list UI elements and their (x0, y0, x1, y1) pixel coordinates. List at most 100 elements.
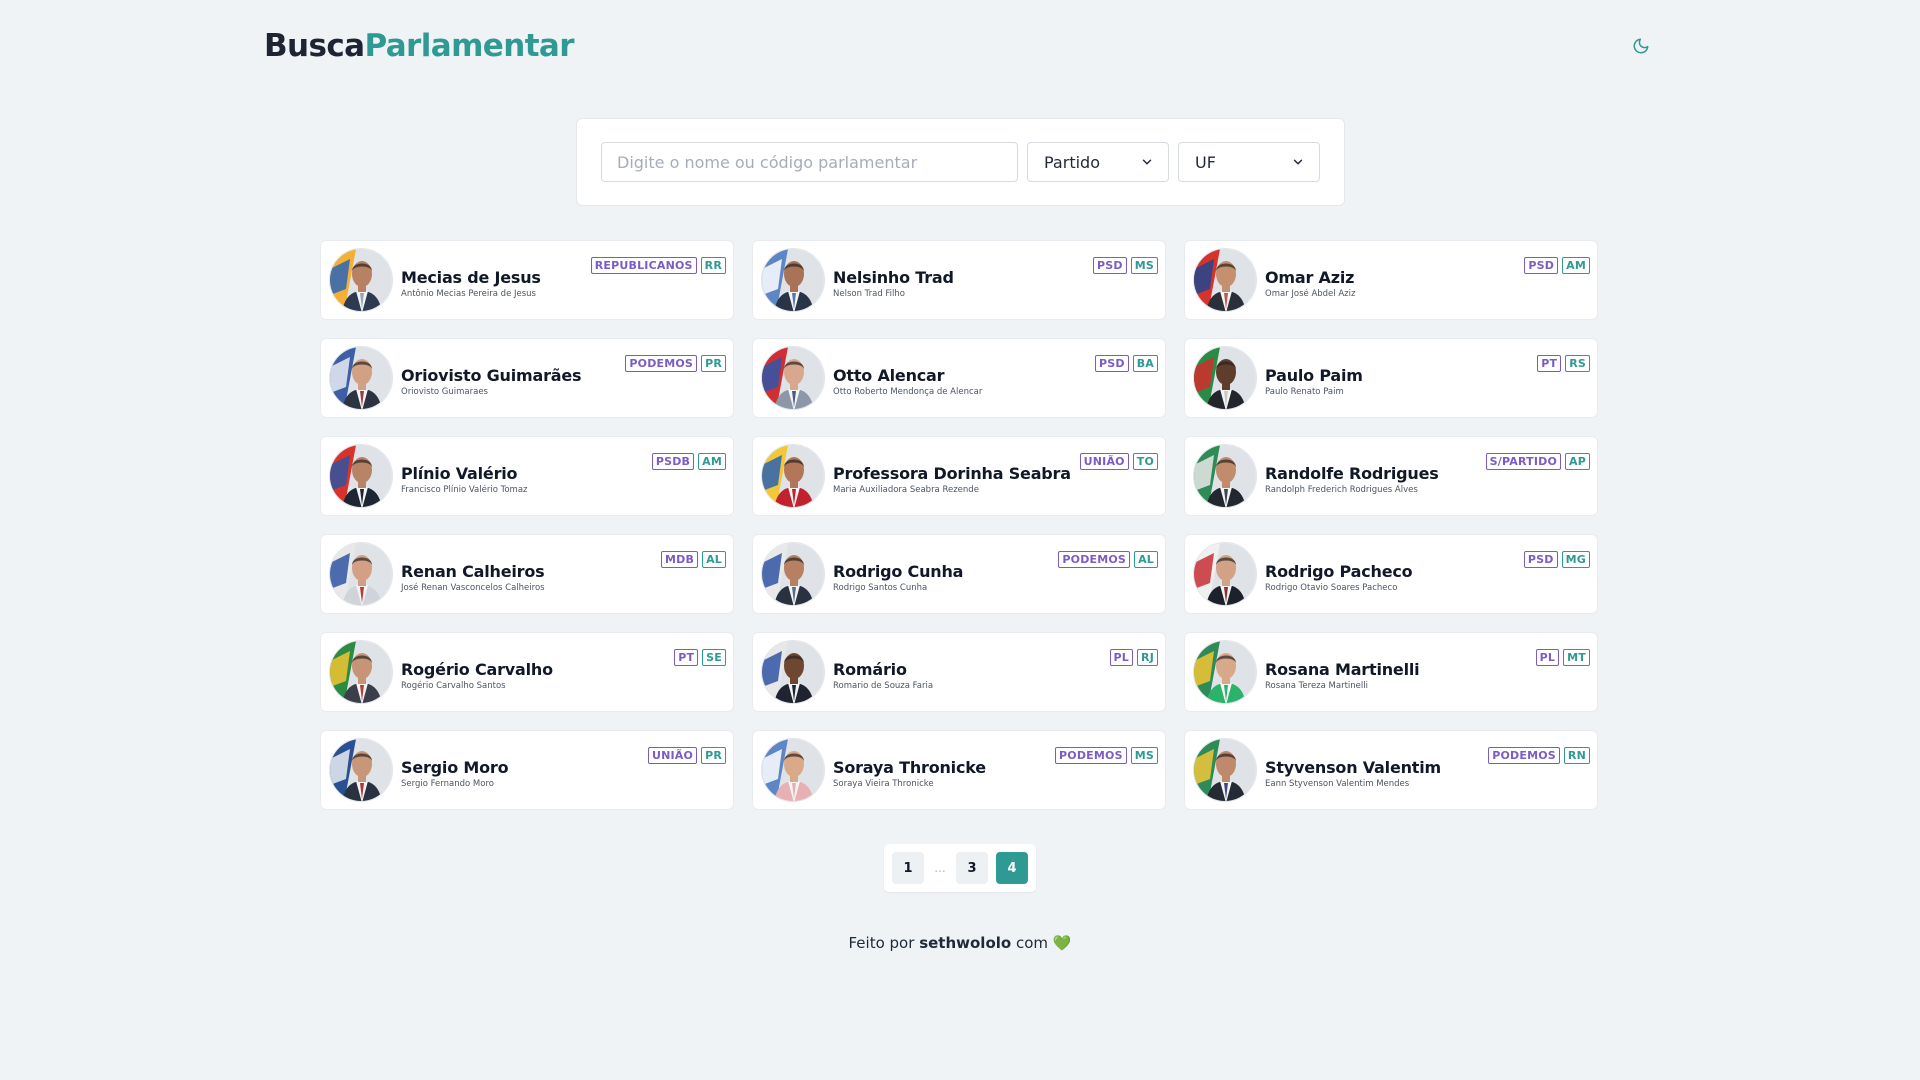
footer: Feito por sethwololo com 💚 (0, 934, 1920, 952)
senator-card[interactable]: Romário Romario de Souza Faria PL RJ (752, 632, 1166, 712)
senator-name: Nelsinho Trad (833, 267, 954, 287)
footer-author-link[interactable]: sethwololo (919, 934, 1011, 952)
senator-card[interactable]: Rodrigo Pacheco Rodrigo Otavio Soares Pa… (1184, 534, 1598, 614)
senator-tags: PT RS (1537, 355, 1590, 372)
senator-photo (761, 640, 825, 704)
search-input[interactable] (601, 142, 1018, 182)
senator-name: Paulo Paim (1265, 365, 1363, 385)
party-select[interactable]: Partido (1027, 142, 1169, 182)
senator-names: Mecias de Jesus Antônio Mecias Pereira d… (401, 262, 541, 299)
senator-photo (761, 248, 825, 312)
uf-tag: RN (1563, 747, 1590, 764)
party-tag: UNIÃO (1079, 453, 1129, 470)
senator-fullname: Rosana Tereza Martinelli (1265, 680, 1368, 691)
senator-names: Omar Aziz Omar José Abdel Aziz (1265, 262, 1355, 299)
senator-fullname: Rodrigo Otavio Soares Pacheco (1265, 582, 1398, 593)
senator-card[interactable]: Paulo Paim Paulo Renato Paim PT RS (1184, 338, 1598, 418)
senator-names: Romário Romario de Souza Faria (833, 654, 933, 691)
senator-grid: Mecias de Jesus Antônio Mecias Pereira d… (320, 240, 1600, 810)
senator-name: Plínio Valério (401, 463, 518, 483)
senator-name: Professora Dorinha Seabra (833, 463, 1071, 483)
uf-tag: PR (701, 747, 726, 764)
party-select-label: Partido (1044, 152, 1100, 172)
senator-name: Mecias de Jesus (401, 267, 541, 287)
senator-fullname: Sergio Fernando Moro (401, 778, 494, 789)
logo-part-2: Parlamentar (364, 28, 574, 64)
chevron-down-icon (1293, 159, 1303, 165)
senator-tags: PSD BA (1094, 355, 1158, 372)
senator-card[interactable]: Renan Calheiros José Renan Vasconcelos C… (320, 534, 734, 614)
senator-names: Rogério Carvalho Rogério Carvalho Santos (401, 654, 553, 691)
uf-tag: MG (1561, 551, 1590, 568)
senator-tags: UNIÃO TO (1079, 453, 1158, 470)
senator-card[interactable]: Styvenson Valentim Eann Styvenson Valent… (1184, 730, 1598, 810)
senator-names: Oriovisto Guimarães Oriovisto Guimaraes (401, 360, 582, 397)
senator-card[interactable]: Sergio Moro Sergio Fernando Moro UNIÃO P… (320, 730, 734, 810)
party-tag: UNIÃO (647, 747, 698, 764)
senator-photo (329, 248, 393, 312)
senator-name: Rodrigo Cunha (833, 561, 964, 581)
senator-card[interactable]: Randolfe Rodrigues Randolph Frederich Ro… (1184, 436, 1598, 516)
senator-photo (329, 444, 393, 508)
heart-icon: 💚 (1052, 934, 1072, 952)
senator-name: Randolfe Rodrigues (1265, 463, 1439, 483)
senator-tags: MDB AL (661, 551, 726, 568)
senator-fullname: Randolph Frederich Rodrigues Alves (1265, 484, 1418, 495)
senator-fullname: Romario de Souza Faria (833, 680, 934, 691)
party-tag: S/PARTIDO (1485, 453, 1562, 470)
senator-photo (1193, 738, 1257, 802)
senator-fullname: Antônio Mecias Pereira de Jesus (401, 288, 536, 299)
senator-photo (761, 738, 825, 802)
senator-tags: PODEMOS AL (1058, 551, 1158, 568)
senator-card[interactable]: Plínio Valério Francisco Plínio Valério … (320, 436, 734, 516)
senator-photo (1193, 542, 1257, 606)
theme-toggle-button[interactable] (1626, 31, 1656, 61)
senator-photo (761, 444, 825, 508)
senator-fullname: Oriovisto Guimaraes (401, 386, 488, 397)
footer-suffix: com (1015, 934, 1049, 952)
senator-names: Renan Calheiros José Renan Vasconcelos C… (401, 556, 545, 593)
senator-tags: PSD AM (1524, 257, 1590, 274)
senator-names: Otto Alencar Otto Roberto Mendonça de Al… (833, 360, 982, 397)
party-tag: PODEMOS (1058, 551, 1131, 568)
senator-tags: S/PARTIDO AP (1485, 453, 1590, 470)
senator-tags: PT SE (674, 649, 726, 666)
party-tag: PODEMOS (1488, 747, 1560, 764)
uf-tag: RR (700, 257, 726, 274)
senator-card[interactable]: Oriovisto Guimarães Oriovisto Guimaraes … (320, 338, 734, 418)
senator-card[interactable]: Professora Dorinha Seabra Maria Auxiliad… (752, 436, 1166, 516)
uf-tag: AM (1562, 257, 1590, 274)
senator-card[interactable]: Otto Alencar Otto Roberto Mendonça de Al… (752, 338, 1166, 418)
uf-tag: AP (1565, 453, 1590, 470)
senator-photo (1193, 640, 1257, 704)
party-tag: PL (1535, 649, 1560, 666)
senator-card[interactable]: Rodrigo Cunha Rodrigo Santos Cunha PODEM… (752, 534, 1166, 614)
uf-tag: RJ (1137, 649, 1158, 666)
senator-card[interactable]: Mecias de Jesus Antônio Mecias Pereira d… (320, 240, 734, 320)
senator-names: Soraya Thronicke Soraya Vieira Thronicke (833, 752, 986, 789)
senator-names: Nelsinho Trad Nelson Trad Filho (833, 262, 954, 299)
senator-tags: PL RJ (1109, 649, 1158, 666)
uf-tag: AM (698, 453, 726, 470)
page-button-4[interactable]: 4 (996, 852, 1028, 884)
uf-tag: MS (1130, 747, 1158, 764)
senator-fullname: Otto Roberto Mendonça de Alencar (833, 386, 983, 397)
senator-card[interactable]: Soraya Thronicke Soraya Vieira Thronicke… (752, 730, 1166, 810)
senator-name: Omar Aziz (1265, 267, 1355, 287)
senator-name: Renan Calheiros (401, 561, 545, 581)
senator-card[interactable]: Nelsinho Trad Nelson Trad Filho PSD MS (752, 240, 1166, 320)
senator-photo (1193, 346, 1257, 410)
page-button-3[interactable]: 3 (956, 852, 988, 884)
senator-card[interactable]: Rogério Carvalho Rogério Carvalho Santos… (320, 632, 734, 712)
senator-card[interactable]: Omar Aziz Omar José Abdel Aziz PSD AM (1184, 240, 1598, 320)
uf-tag: MS (1130, 257, 1158, 274)
senator-photo (329, 738, 393, 802)
logo[interactable]: BuscaParlamentar (264, 28, 575, 64)
uf-select[interactable]: UF (1178, 142, 1320, 182)
senator-card[interactable]: Rosana Martinelli Rosana Tereza Martinel… (1184, 632, 1598, 712)
page-button-1[interactable]: 1 (892, 852, 924, 884)
senator-names: Rosana Martinelli Rosana Tereza Martinel… (1265, 654, 1420, 691)
senator-name: Rogério Carvalho (401, 659, 553, 679)
senator-fullname: Soraya Vieira Thronicke (833, 778, 934, 789)
senator-name: Oriovisto Guimarães (401, 365, 582, 385)
